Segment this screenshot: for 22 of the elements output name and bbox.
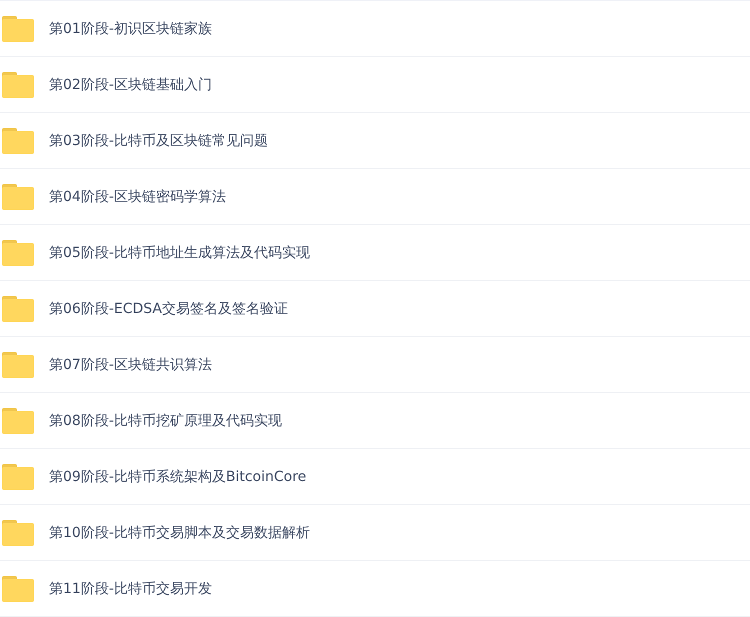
folder-name[interactable]: 第01阶段-初识区块链家族 bbox=[49, 20, 212, 38]
folder-icon bbox=[2, 408, 34, 434]
folder-icon bbox=[2, 184, 34, 210]
folder-icon bbox=[2, 296, 34, 322]
folder-icon bbox=[2, 16, 34, 42]
folder-name[interactable]: 第05阶段-比特币地址生成算法及代码实现 bbox=[49, 244, 310, 262]
folder-name[interactable]: 第06阶段-ECDSA交易签名及签名验证 bbox=[49, 300, 288, 318]
folder-name[interactable]: 第07阶段-区块链共识算法 bbox=[49, 356, 212, 374]
folder-icon bbox=[2, 72, 34, 98]
folder-icon bbox=[2, 352, 34, 378]
folder-name[interactable]: 第11阶段-比特币交易开发 bbox=[49, 580, 212, 598]
folder-name[interactable]: 第09阶段-比特币系统架构及BitcoinCore bbox=[49, 468, 306, 486]
folder-name[interactable]: 第02阶段-区块链基础入门 bbox=[49, 76, 212, 94]
folder-icon bbox=[2, 240, 34, 266]
folder-name[interactable]: 第08阶段-比特币挖矿原理及代码实现 bbox=[49, 412, 282, 430]
folder-name[interactable]: 第03阶段-比特币及区块链常见问题 bbox=[49, 132, 268, 150]
folder-name[interactable]: 第04阶段-区块链密码学算法 bbox=[49, 188, 226, 206]
folder-icon bbox=[2, 128, 34, 154]
folder-icon bbox=[2, 464, 34, 490]
folder-icon bbox=[2, 576, 34, 602]
folder-icon bbox=[2, 520, 34, 546]
folder-name[interactable]: 第10阶段-比特币交易脚本及交易数据解析 bbox=[49, 524, 310, 542]
